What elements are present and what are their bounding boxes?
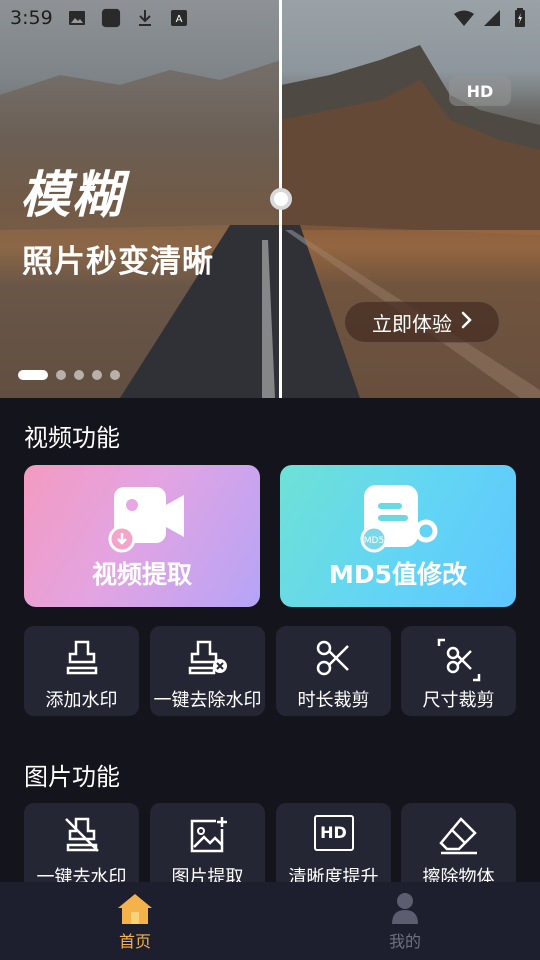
document-settings-icon: MD5 <box>360 481 440 557</box>
svg-text:MD5: MD5 <box>364 536 384 546</box>
carousel-dot[interactable] <box>56 370 66 380</box>
video-extract-card[interactable]: 视频提取 <box>24 465 260 607</box>
download-icon <box>135 8 155 28</box>
hero-banner[interactable]: 模糊 照片秒变清晰 HD 立即体验 <box>0 0 540 398</box>
font-notification-icon: A <box>169 8 189 28</box>
md5-modify-label: MD5值修改 <box>328 560 468 589</box>
carousel-dot[interactable] <box>110 370 120 380</box>
hd-icon-text: HD <box>320 823 347 842</box>
stamp-strike-icon <box>62 815 102 855</box>
try-now-button[interactable]: 立即体验 <box>344 301 500 343</box>
one-click-watermark-removal-button[interactable]: 一键去水印 <box>24 803 139 893</box>
stamp-icon <box>62 638 102 678</box>
chevron-right-icon <box>460 310 472 334</box>
user-icon <box>390 892 420 930</box>
size-crop-label: 尺寸裁剪 <box>422 690 495 711</box>
hd-badge: HD <box>449 76 511 106</box>
nav-mine[interactable]: 我的 <box>270 882 540 960</box>
hd-icon: HD <box>313 815 354 851</box>
svg-text:A: A <box>175 14 182 25</box>
wifi-icon <box>454 8 474 28</box>
carousel-dot[interactable] <box>74 370 84 380</box>
duration-trim-button[interactable]: 时长裁剪 <box>276 626 391 716</box>
carousel-dot[interactable] <box>18 370 48 380</box>
remove-watermark-button[interactable]: 一键去除水印 <box>150 626 265 716</box>
hero-subtitle: 照片秒变清晰 <box>22 244 214 280</box>
nav-mine-label: 我的 <box>388 932 421 951</box>
carousel-indicator <box>18 370 120 380</box>
carousel-dot[interactable] <box>92 370 102 380</box>
status-time: 3:59 <box>10 7 53 29</box>
bottom-navigation: 首页 我的 <box>0 882 540 960</box>
size-crop-button[interactable]: 尺寸裁剪 <box>401 626 516 716</box>
duration-trim-label: 时长裁剪 <box>297 690 370 711</box>
add-watermark-button[interactable]: 添加水印 <box>24 626 139 716</box>
nav-home-label: 首页 <box>118 932 151 951</box>
video-section-title: 视频功能 <box>24 424 120 452</box>
md5-modify-card[interactable]: MD5 MD5值修改 <box>280 465 516 607</box>
eraser-icon <box>437 815 481 855</box>
home-icon <box>116 892 154 930</box>
scissors-icon <box>314 638 354 678</box>
image-add-icon <box>188 815 228 855</box>
compare-slider-handle[interactable] <box>270 188 292 210</box>
status-bar: 3:59 A <box>0 0 540 36</box>
image-notification-icon <box>67 8 87 28</box>
video-camera-icon <box>108 481 188 557</box>
app-notification-icon <box>101 8 121 28</box>
image-extract-button[interactable]: 图片提取 <box>150 803 265 893</box>
signal-icon <box>482 8 502 28</box>
hero-title: 模糊 <box>20 166 124 224</box>
try-now-label: 立即体验 <box>372 311 452 336</box>
clarity-enhance-button[interactable]: HD 清晰度提升 <box>276 803 391 893</box>
stamp-remove-icon <box>186 638 230 678</box>
video-extract-label: 视频提取 <box>91 560 192 589</box>
erase-object-button[interactable]: 擦除物体 <box>401 803 516 893</box>
battery-icon <box>510 8 530 28</box>
add-watermark-label: 添加水印 <box>45 690 118 711</box>
crop-scissors-icon <box>437 638 481 682</box>
image-section-title: 图片功能 <box>24 763 120 791</box>
nav-home[interactable]: 首页 <box>0 882 270 960</box>
remove-watermark-label: 一键去除水印 <box>153 690 262 711</box>
